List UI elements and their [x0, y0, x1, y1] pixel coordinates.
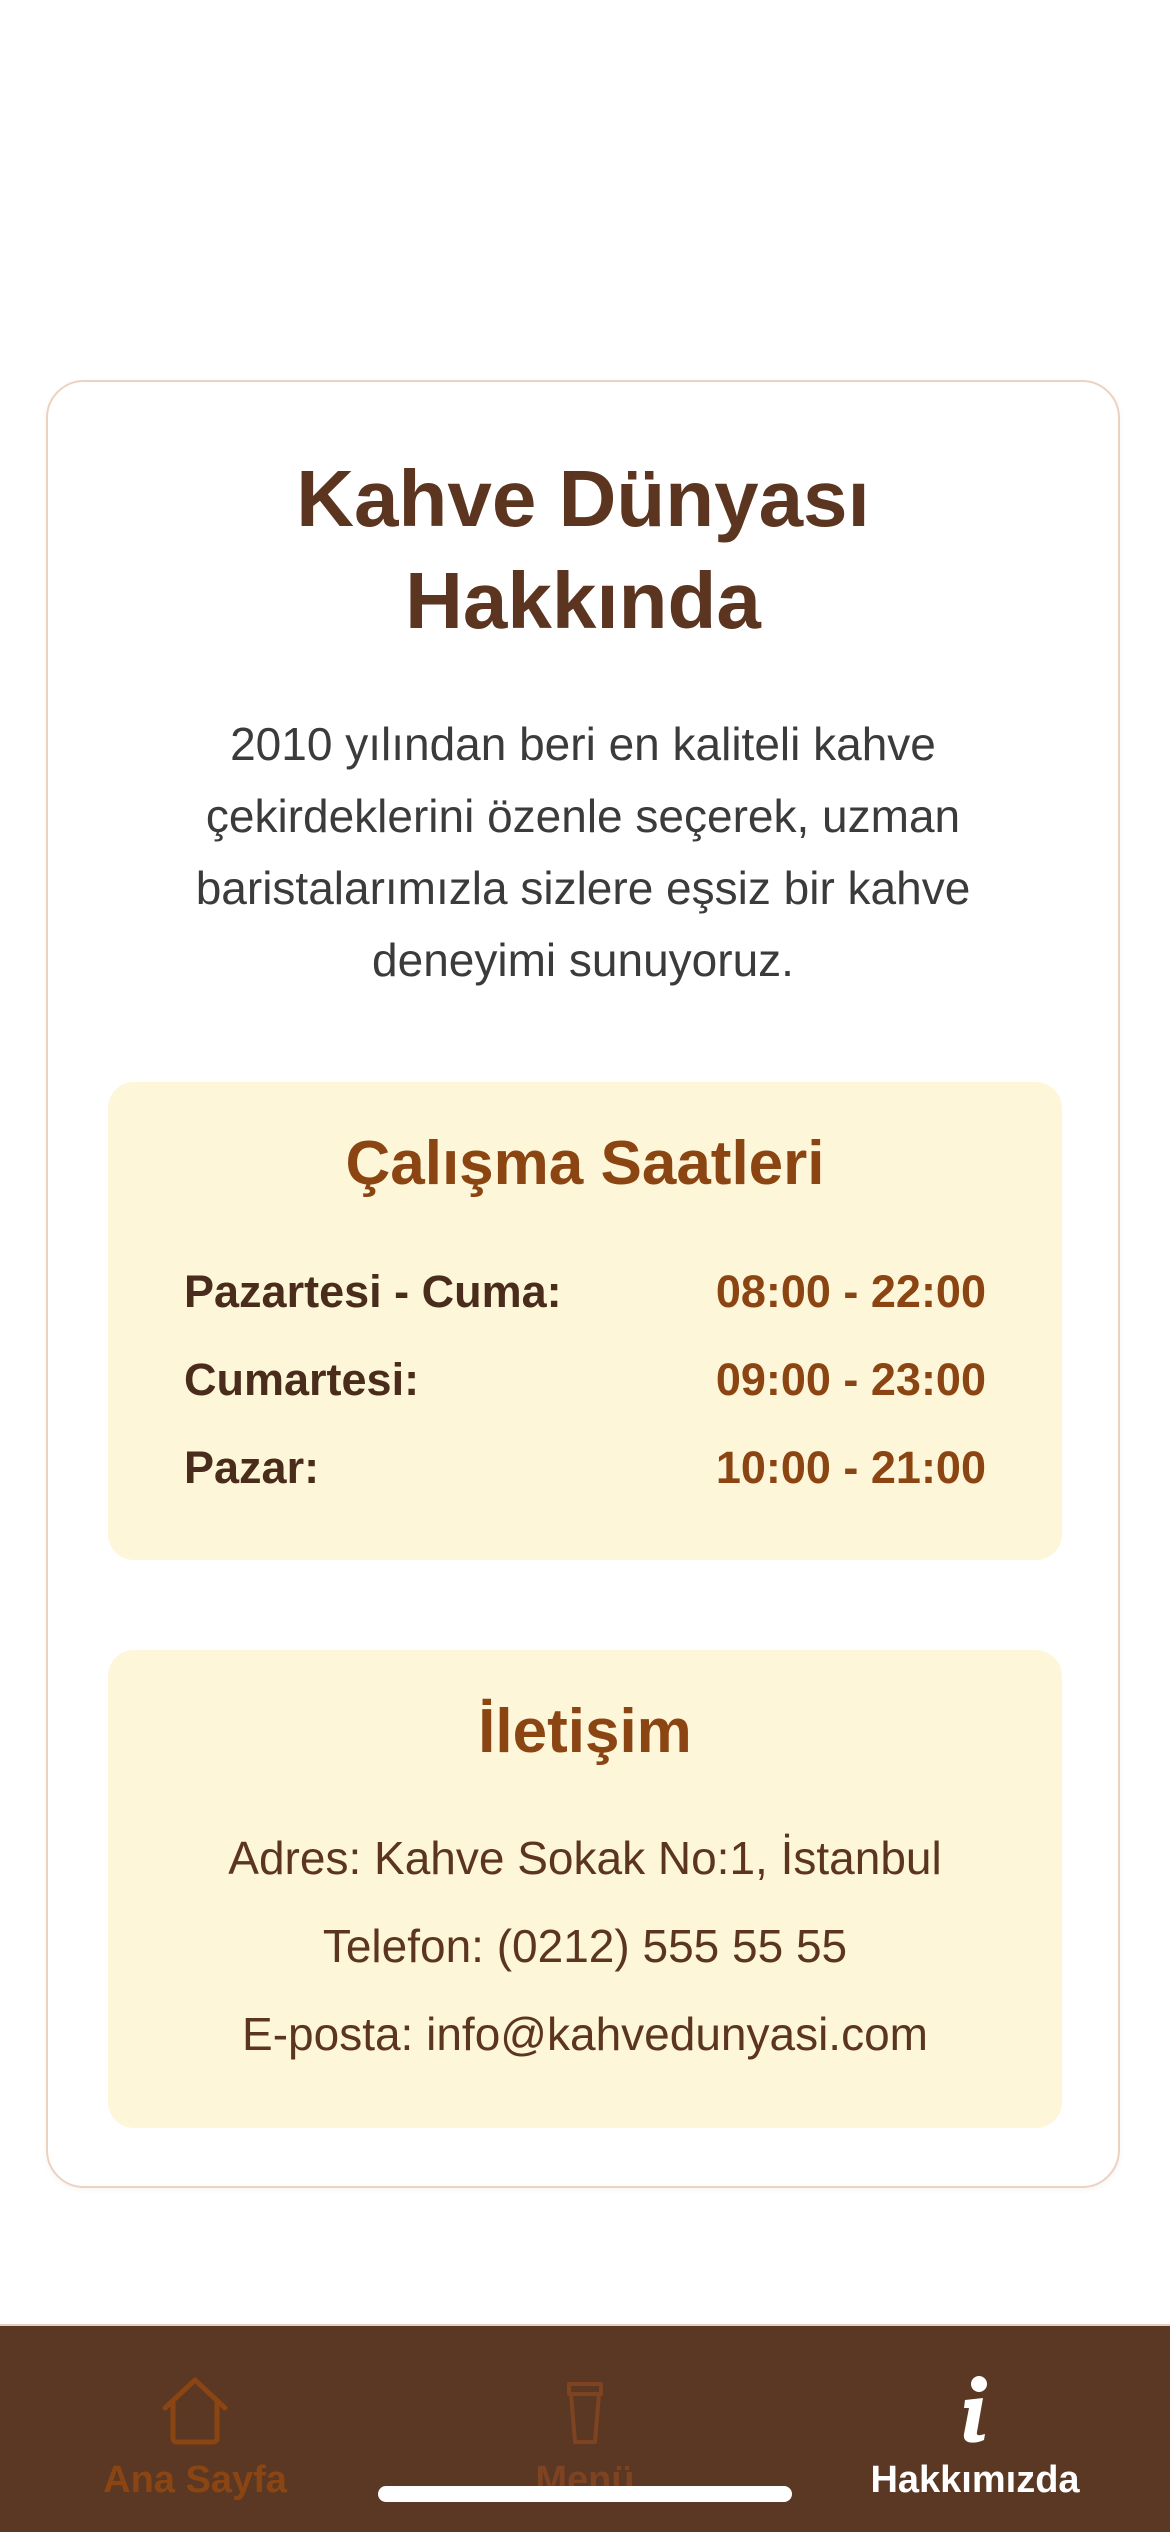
opening-hours-title: Çalışma Saatleri — [345, 1129, 825, 1198]
page-title-line-2: Hakkında — [405, 556, 761, 645]
tab-about[interactable]: Hakkımızda — [780, 2326, 1170, 2534]
about-description: 2010 yılından beri en kaliteli kahve çek… — [195, 718, 971, 986]
contact-list: Adres: Kahve Sokak No:1, İstanbul Telefo… — [108, 1814, 1062, 2078]
tab-home[interactable]: Ana Sayfa — [0, 2326, 390, 2534]
opening-hours-section: Çalışma Saatleri Pazartesi - Cuma: 08:00… — [108, 1082, 1062, 1560]
contact-phone[interactable]: Telefon: (0212) 555 55 55 — [108, 1902, 1062, 1990]
page-title: Kahve Dünyası Hakkında — [48, 448, 1118, 652]
hours-day-label: Cumartesi: — [184, 1354, 420, 1405]
hours-time-value: 10:00 - 21:00 — [715, 1442, 986, 1493]
tab-about-label: Hakkımızda — [870, 2459, 1080, 2501]
contact-email[interactable]: E-posta: info@kahvedunyasi.com — [108, 1990, 1062, 2078]
opening-hours-list: Pazartesi - Cuma: 08:00 - 22:00 Cumartes… — [184, 1248, 986, 1512]
home-indicator[interactable] — [378, 2486, 792, 2502]
about-card: Kahve Dünyası Hakkında 2010 yılından ber… — [46, 380, 1120, 2188]
hours-row-sunday: Pazar: 10:00 - 21:00 — [184, 1424, 986, 1512]
contact-section: İletişim Adres: Kahve Sokak No:1, İstanb… — [108, 1650, 1062, 2128]
info-icon — [935, 2370, 1015, 2450]
hours-day-label: Pazar: — [184, 1442, 320, 1493]
contact-title: İletişim — [478, 1697, 692, 1766]
hours-row-saturday: Cumartesi: 09:00 - 23:00 — [184, 1336, 986, 1424]
home-icon — [155, 2370, 235, 2450]
hours-row-weekdays: Pazartesi - Cuma: 08:00 - 22:00 — [184, 1248, 986, 1336]
contact-address: Adres: Kahve Sokak No:1, İstanbul — [228, 1832, 942, 1884]
tab-home-label: Ana Sayfa — [103, 2459, 287, 2501]
tab-menu[interactable]: Menü — [390, 2326, 780, 2534]
hours-time-value: 08:00 - 22:00 — [715, 1266, 986, 1317]
cup-icon — [545, 2370, 625, 2450]
page-title-line-1: Kahve Dünyası — [296, 454, 870, 543]
hours-day-label: Pazartesi - Cuma: — [184, 1266, 562, 1317]
hours-time-value: 09:00 - 23:00 — [715, 1354, 986, 1405]
